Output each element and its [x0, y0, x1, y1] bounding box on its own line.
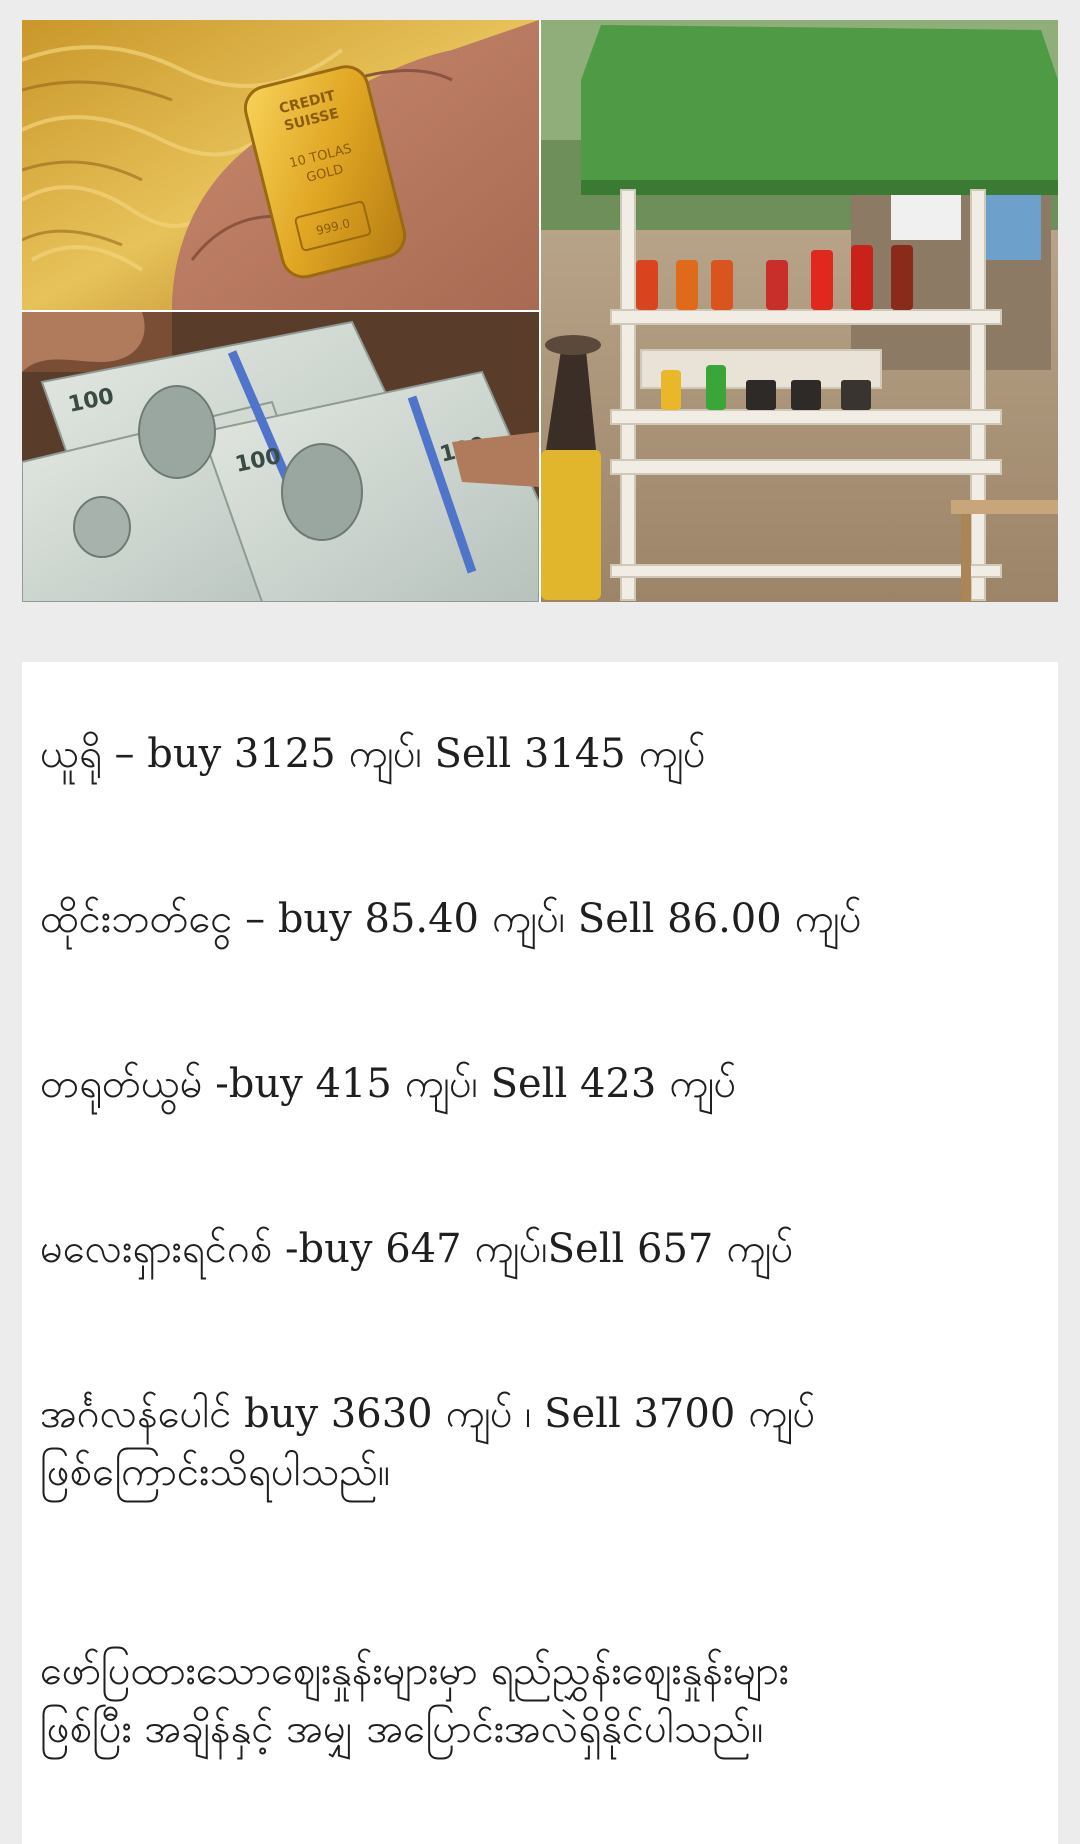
rate-chinese-yuan: တရုတ်ယွမ် -buy 415 ကျပ်၊ Sell 423 ကျပ်	[40, 1061, 737, 1107]
article-body: ယူရို – buy 3125 ကျပ်၊ Sell 3145 ကျပ် ထိ…	[22, 662, 1058, 1844]
dollar-notes-image: 100 100 100	[22, 312, 539, 602]
photo-collage[interactable]: CREDIT SUISSE 10 TOLAS GOLD 999.0 100 10…	[22, 20, 1058, 602]
article-page: CREDIT SUISSE 10 TOLAS GOLD 999.0 100 10…	[0, 0, 1080, 1844]
fuel-stall-image	[541, 20, 1058, 602]
disclaimer-paragraph: ဖော်ပြထားသောဈေးနှုန်းများမှာ ရည်ညွှန်းဈေ…	[40, 1642, 1038, 1758]
rate-malaysian-ringgit: မလေးရှားရင်ဂစ် -buy 647 ကျပ်၊Sell 657 ကျ…	[40, 1226, 794, 1272]
rate-british-pound-line1: အင်္ဂလန်ပေါင် buy 3630 ကျပ် ၊ Sell 3700 …	[40, 1391, 816, 1437]
rate-euro: ယူရို – buy 3125 ကျပ်၊ Sell 3145 ကျပ်	[40, 731, 706, 777]
disclaimer-line2: ဖြစ်ပြီး အချိန်နှင့် အမျှ အပြောင်းအလဲရှိ…	[40, 1706, 764, 1752]
disclaimer-line1: ဖော်ပြထားသောဈေးနှုန်းများမှာ ရည်ညွှန်းဈေ…	[40, 1648, 789, 1694]
rate-thai-baht: ထိုင်းဘတ်ငွေ – buy 85.40 ကျပ်၊ Sell 86.0…	[40, 896, 862, 942]
rate-british-pound: အင်္ဂလန်ပေါင် buy 3630 ကျပ် ၊ Sell 3700 …	[40, 1385, 1038, 1501]
gold-bar-image: CREDIT SUISSE 10 TOLAS GOLD 999.0	[22, 20, 539, 310]
rate-british-pound-line2: ဖြစ်ကြောင်းသိရပါသည်။	[40, 1449, 391, 1495]
